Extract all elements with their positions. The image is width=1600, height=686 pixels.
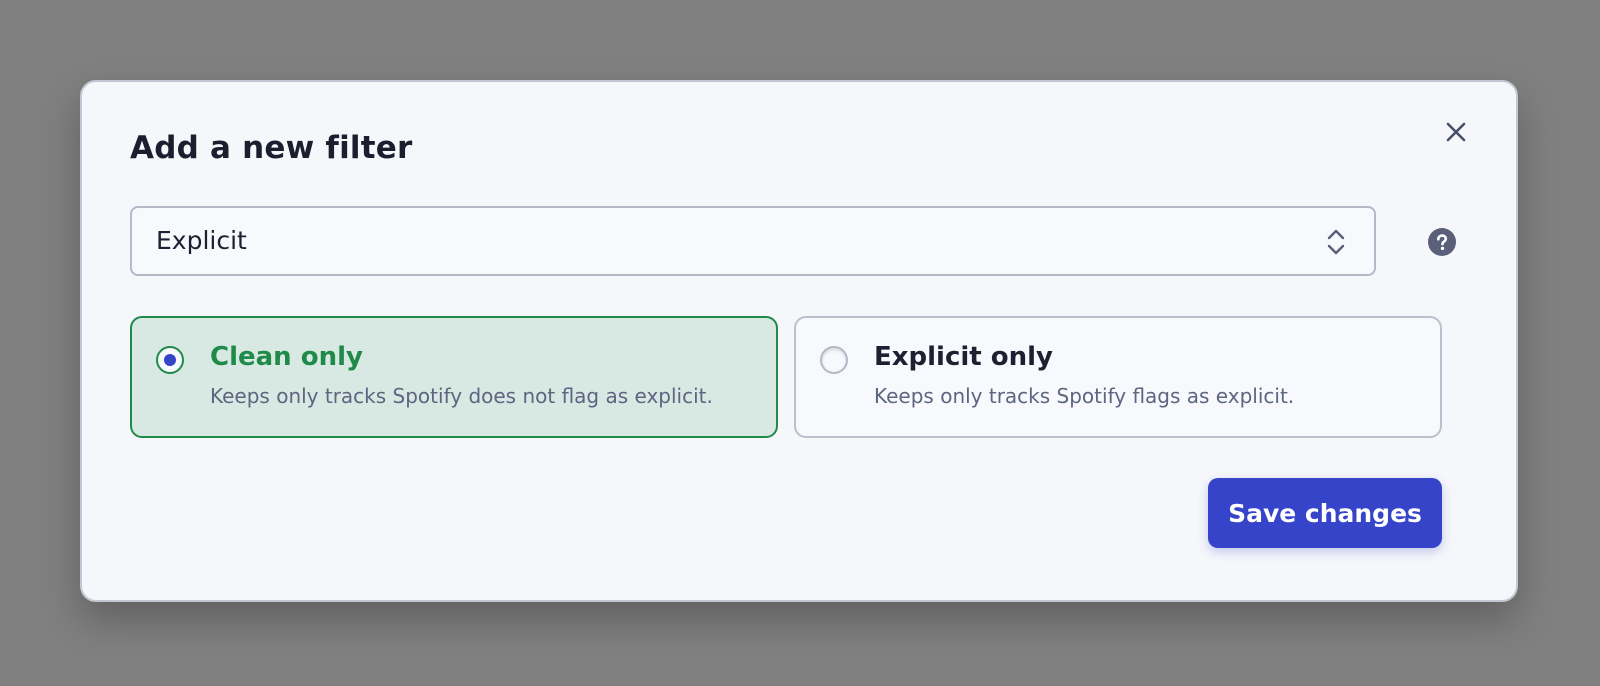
filter-type-value: Explicit <box>156 226 247 255</box>
save-changes-button[interactable]: Save changes <box>1208 478 1442 548</box>
chevron-up-down-icon <box>1327 229 1345 255</box>
option-description: Keeps only tracks Spotify does not flag … <box>210 384 713 408</box>
radio-explicit-only[interactable] <box>820 346 848 374</box>
option-description: Keeps only tracks Spotify flags as expli… <box>874 384 1295 408</box>
option-title: Explicit only <box>874 342 1054 372</box>
option-explicit-only[interactable]: Explicit only Keeps only tracks Spotify … <box>794 316 1442 438</box>
option-title: Clean only <box>210 342 363 372</box>
filter-type-select[interactable]: Explicit <box>130 206 1376 276</box>
dialog-title: Add a new filter <box>130 130 413 166</box>
modal-backdrop[interactable]: Add a new filter Explicit Clean only Kee… <box>0 0 1600 686</box>
add-filter-dialog: Add a new filter Explicit Clean only Kee… <box>80 80 1518 602</box>
radio-clean-only[interactable] <box>156 346 184 374</box>
question-circle-icon[interactable] <box>1428 228 1456 256</box>
option-clean-only[interactable]: Clean only Keeps only tracks Spotify doe… <box>130 316 778 438</box>
close-icon[interactable] <box>1442 118 1470 146</box>
